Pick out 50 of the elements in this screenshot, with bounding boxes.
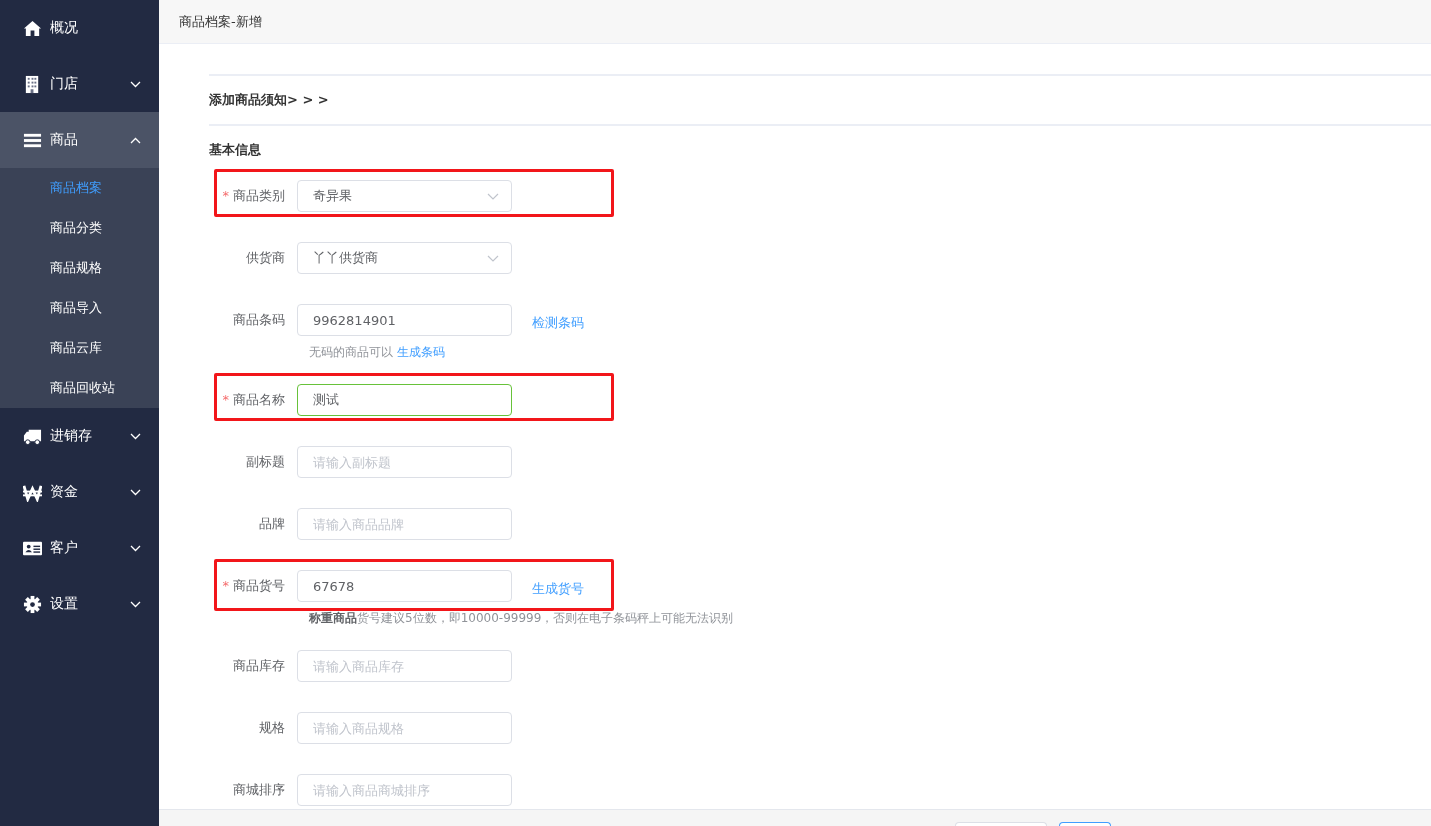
field-label: 供货商 [245, 249, 286, 267]
field-label: * 商品名称 [221, 391, 286, 409]
menu-item[interactable]: 资金 [0, 464, 159, 520]
menu-item[interactable]: 商品 [0, 112, 159, 168]
field-label: 商品库存 [232, 657, 286, 675]
hint-text: 无码的商品可以 生成条码 [309, 344, 446, 361]
caret-icon [487, 192, 499, 200]
input-field[interactable]: 请输入商品规格 [297, 712, 512, 744]
footer-button[interactable] [1059, 822, 1111, 826]
menu-item[interactable]: 概况 [0, 0, 159, 56]
select-field[interactable]: 丫丫供货商 [297, 242, 512, 274]
menu-item[interactable]: 进销存 [0, 408, 159, 464]
field-label: 副标题 [245, 453, 286, 471]
chevron-icon [130, 600, 141, 608]
select-field[interactable]: 奇异果 [297, 180, 512, 212]
field-label: * 商品货号 [221, 577, 286, 595]
field-label: 商城排序 [232, 781, 286, 799]
field-label: * 商品类别 [221, 187, 286, 205]
notice-link[interactable]: 添加商品须知> > > [209, 91, 329, 109]
input-field[interactable]: 9962814901 [297, 304, 512, 336]
input-field[interactable]: 测试 [297, 384, 512, 416]
submenu-item[interactable]: 商品导入 [0, 288, 159, 328]
field-label: 规格 [258, 719, 286, 737]
field-label: 品牌 [258, 515, 286, 533]
chevron-icon [130, 432, 141, 440]
home-icon [23, 18, 42, 38]
input-field[interactable]: 请输入商品库存 [297, 650, 512, 682]
chevron-icon [130, 544, 141, 552]
settings-icon [23, 594, 42, 614]
hint-text: 称重商品货号建议5位数，即10000-99999，否则在电子条码秤上可能无法识别 [309, 610, 735, 627]
field-label: 商品条码 [232, 311, 286, 329]
menu-item[interactable]: 设置 [0, 576, 159, 632]
won-sign-icon [23, 482, 42, 502]
chevron-icon [130, 488, 141, 496]
input-field[interactable]: 67678 [297, 570, 512, 602]
submenu-item[interactable]: 商品云库 [0, 328, 159, 368]
chevron-icon [130, 80, 141, 88]
submenu-item[interactable]: 商品回收站 [0, 368, 159, 408]
menu-item[interactable]: 客户 [0, 520, 159, 576]
section-title: 基本信息 [209, 141, 262, 159]
menu-item[interactable]: 门店 [0, 56, 159, 112]
caret-icon [487, 254, 499, 262]
submenu-item[interactable]: 商品分类 [0, 208, 159, 248]
input-field[interactable]: 请输入商品商城排序 [297, 774, 512, 806]
submenu-item[interactable]: 商品规格 [0, 248, 159, 288]
page-title: 商品档案-新增 [179, 12, 262, 31]
input-field[interactable]: 请输入副标题 [297, 446, 512, 478]
input-field[interactable]: 请输入商品品牌 [297, 508, 512, 540]
chevron-icon [130, 136, 141, 144]
submenu-item[interactable]: 商品档案 [0, 168, 159, 208]
